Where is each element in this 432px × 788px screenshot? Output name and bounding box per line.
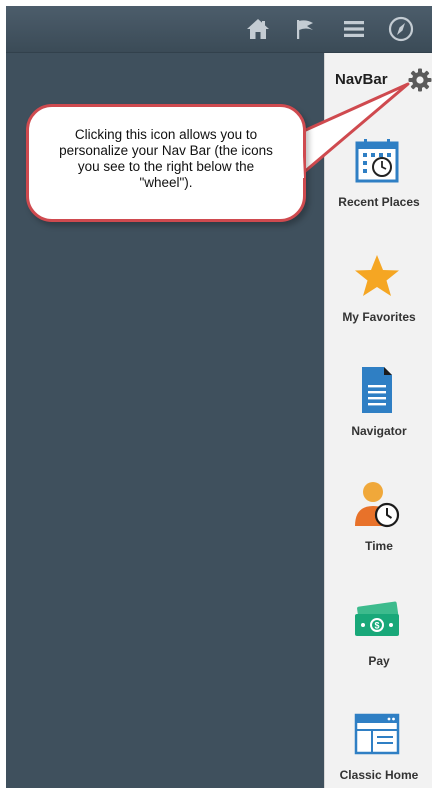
top-header-bar [6,6,432,53]
nav-item-navigator[interactable]: Navigator [325,366,432,476]
document-icon [352,366,402,414]
nav-item-label: Navigator [351,424,407,438]
flag-icon[interactable] [291,15,319,43]
gear-icon[interactable] [407,67,432,93]
nav-item-label: Time [365,539,393,553]
compass-icon[interactable] [387,15,415,43]
nav-item-label: Classic Home [339,768,419,782]
nav-item-label: Recent Places [338,195,420,209]
tooltip-callout: Clicking this icon allows you to persona… [26,104,306,222]
calendar-clock-icon [352,137,402,185]
nav-item-label: Pay [368,654,390,668]
home-icon[interactable] [244,15,272,43]
nav-item-time[interactable]: Time [325,481,432,591]
menu-icon[interactable] [340,15,368,43]
star-icon [352,252,402,300]
navbar-panel: NavBar Recent Places My Favorites Naviga… [324,53,432,788]
window-icon [352,710,402,758]
svg-text:$: $ [374,621,379,631]
callout-text: Clicking this icon allows you to persona… [59,127,273,190]
money-icon: $ [352,596,402,644]
nav-item-label: My Favorites [342,310,416,324]
nav-item-my-favorites[interactable]: My Favorites [325,252,432,362]
person-clock-icon [352,481,402,529]
nav-item-pay[interactable]: $ Pay [325,596,432,706]
navbar-header: NavBar [325,53,432,107]
nav-item-recent-places[interactable]: Recent Places [325,137,432,247]
navbar-title: NavBar [335,71,388,88]
nav-item-classic-home[interactable]: Classic Home [325,710,432,788]
app-frame: NavBar Recent Places My Favorites Naviga… [6,6,432,788]
